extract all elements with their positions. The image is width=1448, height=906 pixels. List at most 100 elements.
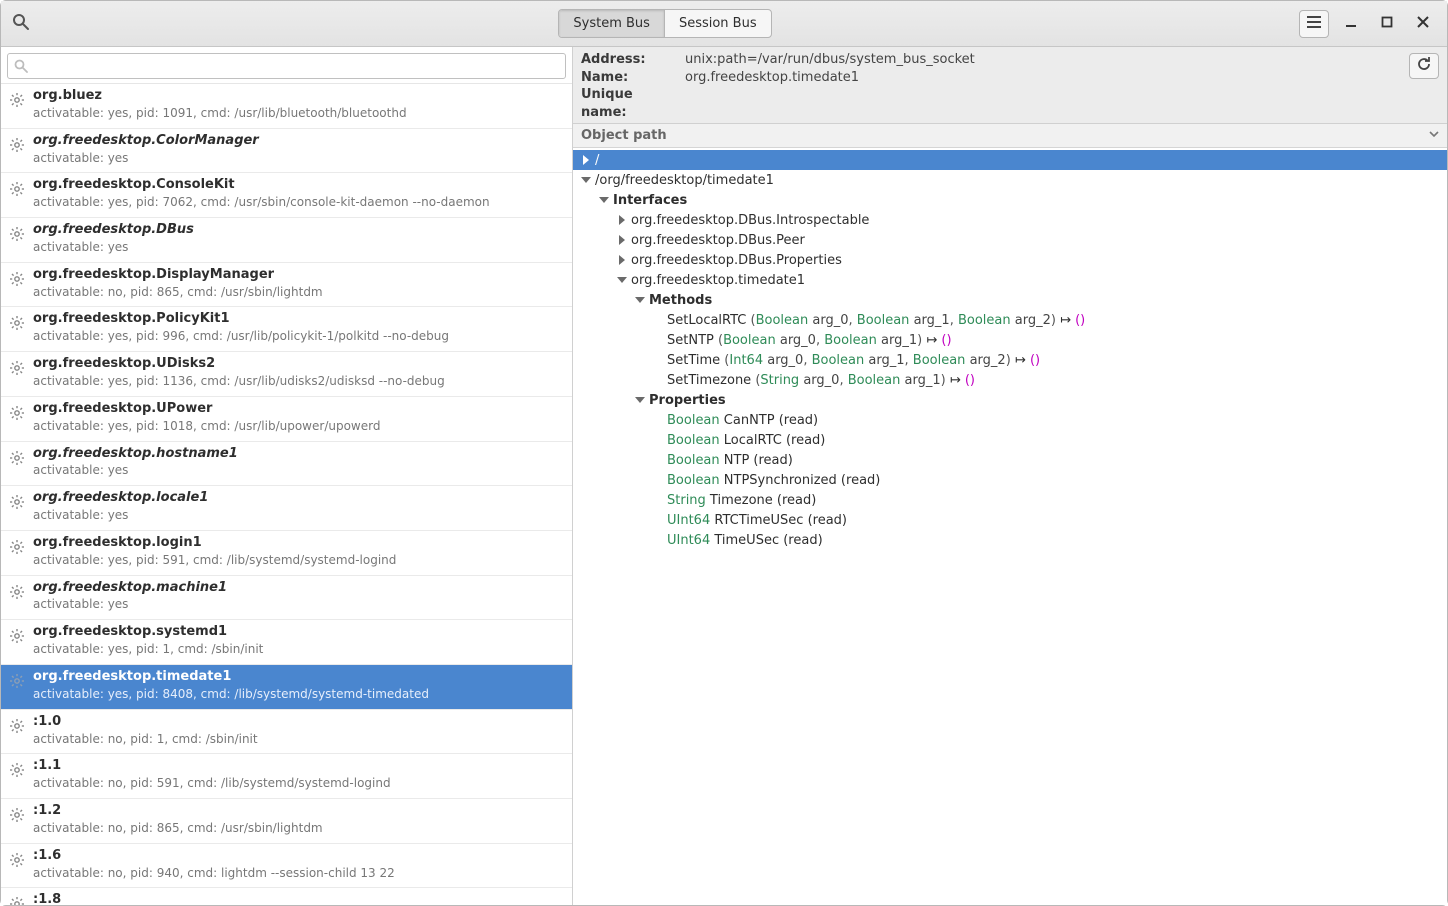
hamburger-menu-button[interactable] [1299, 10, 1329, 38]
bus-name-item[interactable]: org.freedesktop.PolicyKit1activatable: y… [1, 307, 572, 352]
bus-name-sub: activatable: yes, pid: 8408, cmd: /lib/s… [33, 686, 564, 703]
gear-icon [9, 762, 25, 792]
tree-row[interactable]: Methods [573, 290, 1447, 310]
system-bus-tab[interactable]: System Bus [559, 10, 665, 37]
bus-toggle: System Bus Session Bus [558, 9, 771, 38]
tree-row[interactable]: Boolean CanNTP (read) [573, 410, 1447, 430]
tree-label: org.freedesktop.timedate1 [631, 273, 805, 288]
object-path-header-label: Object path [581, 128, 667, 143]
gear-icon [9, 137, 25, 167]
tree-label: Methods [649, 293, 712, 308]
close-button[interactable] [1409, 10, 1437, 38]
gear-icon [9, 807, 25, 837]
bus-name-item[interactable]: :1.8activatable: no, pid: 940, cmd: ligh… [1, 888, 572, 905]
chevron-right-icon[interactable] [617, 214, 629, 226]
bus-name-label: :1.1 [33, 758, 564, 775]
gear-icon [9, 539, 25, 569]
bus-name-sub: activatable: no, pid: 1, cmd: /sbin/init [33, 731, 564, 748]
bus-name-item[interactable]: org.freedesktop.DBusactivatable: yes [1, 218, 572, 263]
tree-row[interactable]: Interfaces [573, 190, 1447, 210]
tree-label: Boolean NTP (read) [667, 453, 793, 468]
tree-row[interactable]: org.freedesktop.DBus.Peer [573, 230, 1447, 250]
bus-name-item[interactable]: org.freedesktop.ConsoleKitactivatable: y… [1, 173, 572, 218]
chevron-down-icon[interactable] [635, 394, 647, 406]
address-value: unix:path=/var/run/dbus/system_bus_socke… [685, 51, 975, 69]
bus-name-label: org.freedesktop.UPower [33, 401, 564, 418]
tree-row[interactable]: /org/freedesktop/timedate1 [573, 170, 1447, 190]
bus-name-label: :1.0 [33, 714, 564, 731]
chevron-right-icon[interactable] [617, 254, 629, 266]
gear-icon [9, 181, 25, 211]
bus-name-item[interactable]: :1.1activatable: no, pid: 591, cmd: /lib… [1, 754, 572, 799]
tree-label: UInt64 TimeUSec (read) [667, 533, 823, 548]
tree-row[interactable]: SetLocalRTC (Boolean arg_0, Boolean arg_… [573, 310, 1447, 330]
tree-label: org.freedesktop.DBus.Peer [631, 233, 805, 248]
bus-name-label: org.freedesktop.ConsoleKit [33, 177, 564, 194]
bus-name-item[interactable]: :1.2activatable: no, pid: 865, cmd: /usr… [1, 799, 572, 844]
object-tree[interactable]: //org/freedesktop/timedate1Interfacesorg… [573, 148, 1447, 905]
chevron-down-icon[interactable] [599, 194, 611, 206]
bus-name-pane: org.bluezactivatable: yes, pid: 1091, cm… [1, 47, 573, 905]
bus-name-item[interactable]: org.freedesktop.locale1activatable: yes [1, 486, 572, 531]
bus-name-label: :1.2 [33, 803, 564, 820]
maximize-icon [1381, 16, 1393, 32]
gear-icon [9, 852, 25, 882]
tree-row[interactable]: SetTime (Int64 arg_0, Boolean arg_1, Boo… [573, 350, 1447, 370]
tree-label: Boolean CanNTP (read) [667, 413, 818, 428]
tree-row[interactable]: org.freedesktop.timedate1 [573, 270, 1447, 290]
object-path-column-header[interactable]: Object path [573, 124, 1447, 148]
chevron-down-icon[interactable] [635, 294, 647, 306]
chevron-down-icon[interactable] [581, 174, 593, 186]
tree-row[interactable]: org.freedesktop.DBus.Properties [573, 250, 1447, 270]
gear-icon [9, 673, 25, 703]
tree-row[interactable]: SetNTP (Boolean arg_0, Boolean arg_1) ↦ … [573, 330, 1447, 350]
refresh-button[interactable] [1409, 53, 1439, 79]
name-value: org.freedesktop.timedate1 [685, 69, 859, 87]
unique-name-label: Unique name: [581, 86, 677, 121]
chevron-down-icon[interactable] [617, 274, 629, 286]
bus-name-item[interactable]: org.freedesktop.login1activatable: yes, … [1, 531, 572, 576]
tree-row[interactable]: Boolean NTPSynchronized (read) [573, 470, 1447, 490]
bus-name-sub: activatable: no, pid: 865, cmd: /usr/sbi… [33, 820, 564, 837]
bus-name-label: :1.6 [33, 848, 564, 865]
search-input[interactable] [7, 53, 566, 79]
bus-name-sub: activatable: no, pid: 940, cmd: lightdm … [33, 865, 564, 882]
tree-row[interactable]: Boolean NTP (read) [573, 450, 1447, 470]
tree-row[interactable]: / [573, 150, 1447, 170]
chevron-right-icon[interactable] [617, 234, 629, 246]
tree-label: org.freedesktop.DBus.Properties [631, 253, 842, 268]
bus-name-sub: activatable: yes, pid: 1, cmd: /sbin/ini… [33, 641, 564, 658]
bus-name-list[interactable]: org.bluezactivatable: yes, pid: 1091, cm… [1, 84, 572, 905]
bus-name-item[interactable]: org.freedesktop.DisplayManageractivatabl… [1, 263, 572, 308]
session-bus-tab[interactable]: Session Bus [665, 10, 771, 37]
bus-name-item[interactable]: org.freedesktop.systemd1activatable: yes… [1, 620, 572, 665]
bus-name-label: org.freedesktop.locale1 [33, 490, 564, 507]
bus-name-item[interactable]: org.bluezactivatable: yes, pid: 1091, cm… [1, 84, 572, 129]
bus-name-item[interactable]: :1.0activatable: no, pid: 1, cmd: /sbin/… [1, 710, 572, 755]
bus-name-item[interactable]: org.freedesktop.hostname1activatable: ye… [1, 442, 572, 487]
bus-name-item[interactable]: org.freedesktop.ColorManageractivatable:… [1, 129, 572, 174]
tree-row[interactable]: Properties [573, 390, 1447, 410]
bus-name-item[interactable]: org.freedesktop.UPoweractivatable: yes, … [1, 397, 572, 442]
bus-name-label: :1.8 [33, 892, 564, 905]
chevron-right-icon[interactable] [581, 154, 593, 166]
bus-name-sub: activatable: no, pid: 865, cmd: /usr/sbi… [33, 284, 564, 301]
titlebar: System Bus Session Bus [1, 1, 1447, 47]
bus-name-sub: activatable: yes, pid: 1018, cmd: /usr/l… [33, 418, 564, 435]
maximize-button[interactable] [1373, 10, 1401, 38]
tree-row[interactable]: UInt64 RTCTimeUSec (read) [573, 510, 1447, 530]
minimize-button[interactable] [1337, 10, 1365, 38]
gear-icon [9, 92, 25, 122]
bus-name-item[interactable]: org.freedesktop.timedate1activatable: ye… [1, 665, 572, 710]
tree-row[interactable]: Boolean LocalRTC (read) [573, 430, 1447, 450]
tree-row[interactable]: org.freedesktop.DBus.Introspectable [573, 210, 1447, 230]
tree-label: SetTime (Int64 arg_0, Boolean arg_1, Boo… [667, 353, 1040, 368]
bus-name-label: org.freedesktop.machine1 [33, 580, 564, 597]
tree-row[interactable]: UInt64 TimeUSec (read) [573, 530, 1447, 550]
hamburger-icon [1307, 16, 1321, 32]
tree-row[interactable]: String Timezone (read) [573, 490, 1447, 510]
tree-row[interactable]: SetTimezone (String arg_0, Boolean arg_1… [573, 370, 1447, 390]
bus-name-item[interactable]: org.freedesktop.machine1activatable: yes [1, 576, 572, 621]
bus-name-item[interactable]: org.freedesktop.UDisks2activatable: yes,… [1, 352, 572, 397]
bus-name-item[interactable]: :1.6activatable: no, pid: 940, cmd: ligh… [1, 844, 572, 889]
